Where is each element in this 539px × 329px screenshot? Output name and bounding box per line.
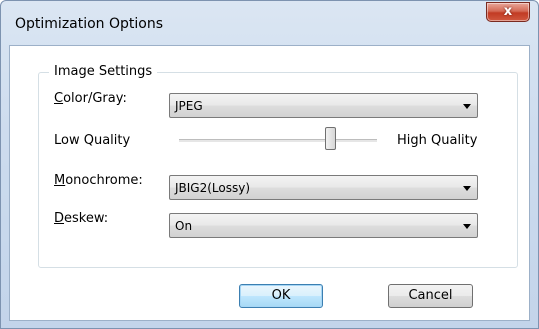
- chevron-down-icon: [463, 224, 471, 229]
- quality-slider[interactable]: [179, 125, 377, 155]
- color-gray-label: Color/Gray:: [54, 91, 127, 106]
- title-bar[interactable]: Optimization Options x: [1, 1, 538, 45]
- color-gray-label-accel: C: [54, 91, 64, 106]
- monochrome-label-accel: M: [54, 173, 66, 188]
- slider-thumb[interactable]: [325, 127, 336, 150]
- slider-track: [179, 139, 377, 142]
- chevron-down-icon: [463, 186, 471, 191]
- close-icon: x: [503, 4, 513, 19]
- cancel-button[interactable]: Cancel: [388, 284, 473, 308]
- close-button[interactable]: x: [486, 2, 530, 22]
- optimization-options-dialog: Optimization Options x Image Settings Co…: [0, 0, 539, 329]
- color-gray-value: JPEG: [175, 99, 203, 113]
- deskew-label-accel: D: [54, 211, 65, 226]
- dialog-title: Optimization Options: [15, 16, 164, 32]
- deskew-value: On: [175, 219, 193, 233]
- monochrome-value: JBIG2(Lossy): [175, 181, 251, 195]
- monochrome-select[interactable]: JBIG2(Lossy): [169, 175, 478, 200]
- deskew-label-rest: eskew:: [64, 211, 109, 226]
- dialog-body: Image Settings Color/Gray: JPEG Low Qual…: [9, 45, 530, 321]
- color-gray-select[interactable]: JPEG: [169, 93, 478, 118]
- low-quality-label: Low Quality: [54, 133, 131, 148]
- image-settings-group: Image Settings Color/Gray: JPEG Low Qual…: [38, 64, 518, 268]
- monochrome-label-rest: onochrome:: [65, 173, 143, 188]
- monochrome-label: Monochrome:: [54, 173, 143, 188]
- group-title: Image Settings: [49, 64, 158, 79]
- high-quality-label: High Quality: [397, 133, 478, 148]
- deskew-select[interactable]: On: [169, 213, 478, 238]
- ok-button[interactable]: OK: [239, 284, 323, 308]
- chevron-down-icon: [463, 104, 471, 109]
- color-gray-label-rest: olor/Gray:: [63, 91, 127, 106]
- deskew-label: Deskew:: [54, 211, 108, 226]
